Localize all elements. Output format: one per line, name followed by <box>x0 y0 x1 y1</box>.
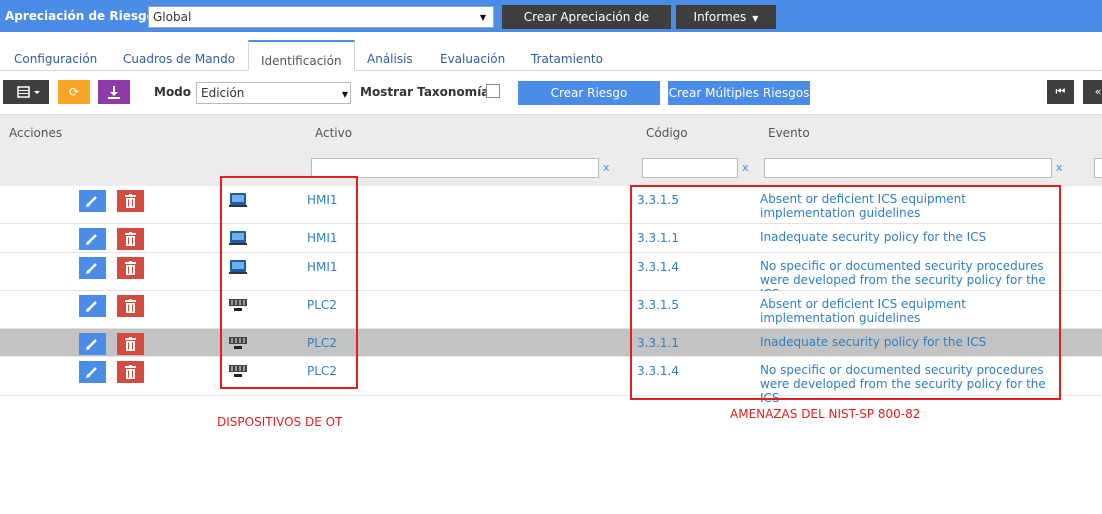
download-icon <box>108 86 120 99</box>
pencil-icon <box>86 339 97 350</box>
delete-button[interactable] <box>117 228 144 250</box>
trash-icon <box>125 261 136 275</box>
ot-devices-highlight-box <box>220 176 358 389</box>
scope-select-value: Global <box>153 10 192 24</box>
evento-filter-clear[interactable]: x <box>1056 161 1063 174</box>
table-icon <box>17 86 40 98</box>
create-risk-assessment-button[interactable]: Crear Apreciación de Riesgos <box>502 5 671 48</box>
edit-button[interactable] <box>79 361 106 383</box>
tab-evaluacion[interactable]: Evaluación <box>440 52 505 66</box>
column-header-activo[interactable]: Activo <box>315 126 352 140</box>
codigo-filter-clear[interactable]: x <box>742 161 749 174</box>
trash-icon <box>125 299 136 313</box>
refresh-button[interactable]: ⟳ <box>58 80 90 104</box>
delete-button[interactable] <box>117 361 144 383</box>
filter-row: x x x <box>0 150 1102 186</box>
create-risk-button[interactable]: Crear Riesgo <box>518 81 660 105</box>
tab-identificacion[interactable]: Identificación <box>248 40 355 71</box>
column-header-codigo[interactable]: Código <box>646 126 688 140</box>
table-header: Acciones Activo Código Evento <box>0 114 1102 150</box>
trash-icon <box>125 365 136 379</box>
activo-filter-clear[interactable]: x <box>603 161 610 174</box>
tab-cuadros-de-mando[interactable]: Cuadros de Mando <box>123 52 235 66</box>
tab-configuracion[interactable]: Configuración <box>14 52 97 66</box>
edit-button[interactable] <box>79 257 106 279</box>
download-button[interactable] <box>98 80 130 104</box>
delete-button[interactable] <box>117 295 144 317</box>
taxonomy-label: Mostrar Taxonomía <box>360 85 490 99</box>
pencil-icon <box>86 196 97 207</box>
ot-devices-annotation: DISPOSITIVOS DE OT <box>217 415 343 429</box>
taxonomy-checkbox[interactable] <box>486 84 500 98</box>
column-header-acciones[interactable]: Acciones <box>9 126 62 140</box>
codigo-filter-input[interactable] <box>642 158 738 178</box>
first-page-button[interactable]: ⏮ <box>1047 80 1074 104</box>
pencil-icon <box>86 234 97 245</box>
previous-page-icon: « <box>1094 85 1102 98</box>
create-multiple-risks-button[interactable]: Crear Múltiples Riesgos <box>668 81 810 105</box>
tab-bar: Configuración Cuadros de Mando Identific… <box>0 40 1102 71</box>
pencil-icon <box>86 263 97 274</box>
column-header-evento[interactable]: Evento <box>768 126 810 140</box>
reports-button[interactable]: Informes ▼ <box>676 5 776 29</box>
delete-button[interactable] <box>117 190 144 212</box>
first-page-icon: ⏮ <box>1055 85 1066 98</box>
trash-icon <box>125 194 136 208</box>
previous-page-button[interactable]: « <box>1083 80 1102 104</box>
activo-filter-input[interactable] <box>311 158 599 178</box>
edit-button[interactable] <box>79 295 106 317</box>
edit-button[interactable] <box>79 190 106 212</box>
grid-menu-button[interactable] <box>3 80 49 104</box>
chevron-down-icon: ▼ <box>479 13 487 22</box>
reports-button-label: Informes <box>693 10 747 24</box>
top-bar: Apreciación de Riesgos Global ▼ Crear Ap… <box>0 0 1102 48</box>
mode-label: Modo <box>154 85 192 99</box>
pencil-icon <box>86 367 97 378</box>
nist-threats-highlight-box <box>630 185 1061 400</box>
edit-button[interactable] <box>79 333 106 355</box>
chevron-down-icon: ▼ <box>341 90 348 99</box>
evento-filter-input[interactable] <box>764 158 1052 178</box>
caret-down-icon: ▼ <box>752 14 759 23</box>
app-title: Apreciación de Riesgos <box>5 9 162 23</box>
tab-analisis[interactable]: Análisis <box>367 52 413 66</box>
toolbar: ⟳ Modo Edición ▼ Mostrar Taxonomía Crear… <box>0 80 1102 106</box>
mode-select[interactable]: Edición ▼ <box>196 82 351 104</box>
mode-select-value: Edición <box>201 86 245 100</box>
scope-select[interactable]: Global ▼ <box>148 6 494 28</box>
edit-button[interactable] <box>79 228 106 250</box>
nist-threats-annotation: AMENAZAS DEL NIST-SP 800-82 <box>730 407 921 421</box>
tab-tratamiento[interactable]: Tratamiento <box>531 52 603 66</box>
refresh-icon: ⟳ <box>68 85 80 99</box>
trash-icon <box>125 337 136 351</box>
delete-button[interactable] <box>117 257 144 279</box>
next-column-filter-input[interactable] <box>1094 158 1102 178</box>
trash-icon <box>125 232 136 246</box>
delete-button[interactable] <box>117 333 144 355</box>
pencil-icon <box>86 301 97 312</box>
